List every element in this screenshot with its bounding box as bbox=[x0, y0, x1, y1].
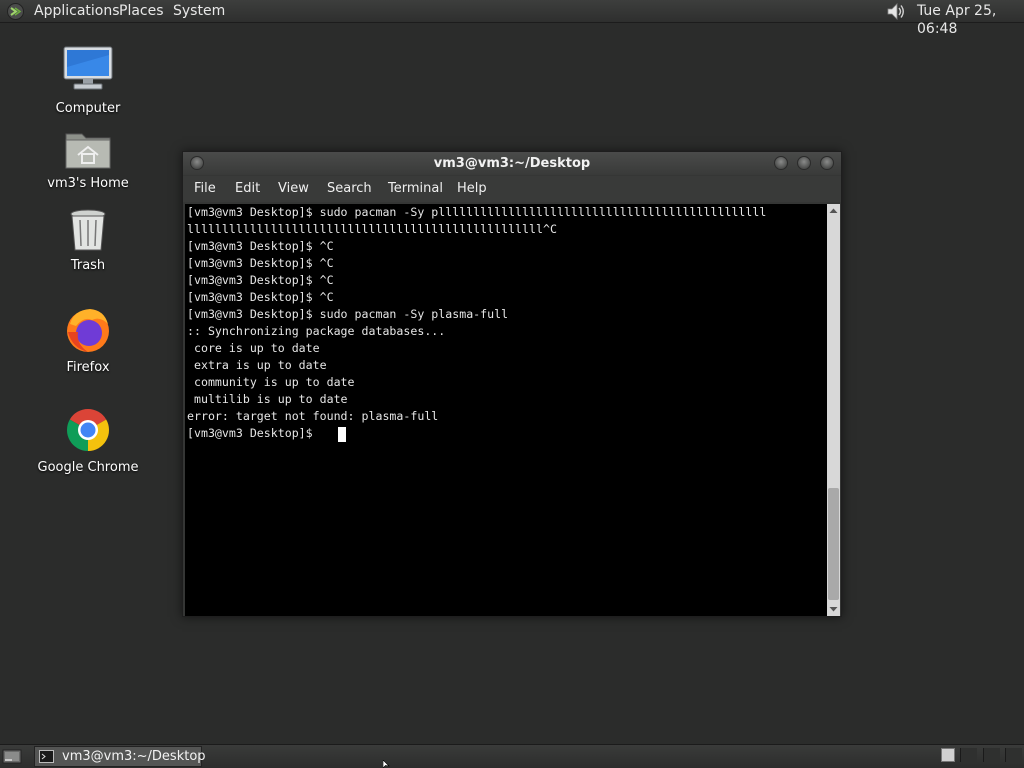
desktop-icon-computer[interactable]: Computer bbox=[28, 45, 148, 116]
terminal-line: [vm3@vm3 Desktop]$ sudo pacman -Sy pllll… bbox=[187, 205, 767, 219]
desktop-icon-trash[interactable]: Trash bbox=[28, 208, 148, 273]
terminal-line: [vm3@vm3 Desktop]$ ^C bbox=[187, 290, 334, 304]
desktop-icon-firefox[interactable]: Firefox bbox=[28, 306, 148, 375]
desktop-icon-label: vm3's Home bbox=[47, 176, 129, 191]
computer-icon bbox=[63, 46, 113, 90]
clock[interactable]: Tue Apr 25, 06:48 bbox=[917, 2, 1024, 38]
desktop-icon-home[interactable]: vm3's Home bbox=[28, 128, 148, 191]
terminal-output[interactable]: [vm3@vm3 Desktop]$ sudo pacman -Sy pllll… bbox=[185, 204, 827, 616]
desktop-icon-label: Trash bbox=[70, 258, 106, 273]
terminal-line: error: target not found: plasma-full bbox=[187, 409, 439, 423]
terminal-line: :: Synchronizing package databases... bbox=[187, 324, 446, 338]
chrome-icon bbox=[66, 408, 110, 451]
menu-applications[interactable]: Applications bbox=[34, 2, 120, 20]
show-desktop-icon[interactable] bbox=[2, 748, 22, 765]
home-folder-icon bbox=[65, 133, 111, 169]
terminal-line: [vm3@vm3 Desktop]$ ^C bbox=[187, 273, 334, 287]
workspace-3[interactable] bbox=[983, 748, 1000, 762]
top-panel: Applications Places System Tue Apr 25, 0… bbox=[0, 0, 1024, 37]
desktop-icon-label: Google Chrome bbox=[37, 460, 139, 475]
workspace-1[interactable] bbox=[941, 748, 955, 762]
workspace-4[interactable] bbox=[1005, 748, 1022, 762]
terminal-line: [vm3@vm3 Desktop]$ sudo pacman -Sy plasm… bbox=[187, 307, 509, 321]
terminal-menubar: File Edit View Search Terminal Help bbox=[183, 176, 841, 202]
terminal-window: vm3@vm3:~/Desktop File Edit View Search … bbox=[182, 151, 842, 617]
terminal-line: community is up to date bbox=[187, 375, 355, 389]
menu-help[interactable]: Help bbox=[457, 181, 487, 196]
trash-icon bbox=[70, 209, 106, 251]
window-menu-button[interactable] bbox=[190, 156, 204, 170]
menu-search[interactable]: Search bbox=[327, 181, 372, 196]
workspace-2[interactable] bbox=[960, 748, 977, 762]
menu-terminal[interactable]: Terminal bbox=[388, 181, 443, 196]
bottom-panel: vm3@vm3:~/Desktop bbox=[0, 744, 1024, 768]
terminal-prompt-line: [vm3@vm3 Desktop]$ bbox=[187, 426, 320, 440]
terminal-line: [vm3@vm3 Desktop]$ ^C bbox=[187, 239, 334, 253]
terminal-line: multilib is up to date bbox=[187, 392, 348, 406]
desktop-icon-chrome[interactable]: Google Chrome bbox=[28, 406, 148, 475]
distro-logo-icon[interactable] bbox=[6, 2, 25, 21]
terminal-line: [vm3@vm3 Desktop]$ ^C bbox=[187, 256, 334, 270]
close-button[interactable] bbox=[820, 156, 834, 170]
mouse-pointer-icon bbox=[383, 760, 390, 768]
minimize-button[interactable] bbox=[774, 156, 788, 170]
scroll-down-arrow-icon[interactable] bbox=[827, 603, 840, 615]
volume-icon[interactable] bbox=[884, 2, 906, 21]
menu-file[interactable]: File bbox=[194, 181, 216, 196]
menu-places[interactable]: Places bbox=[119, 2, 164, 20]
taskbar-item-terminal[interactable]: vm3@vm3:~/Desktop bbox=[34, 746, 206, 767]
desktop-icon-label: Firefox bbox=[66, 360, 110, 375]
scroll-up-arrow-icon[interactable] bbox=[827, 205, 840, 217]
terminal-cursor bbox=[338, 427, 346, 442]
terminal-scrollbar[interactable] bbox=[827, 204, 840, 616]
terminal-icon bbox=[39, 750, 54, 763]
taskbar-item-label: vm3@vm3:~/Desktop bbox=[62, 749, 206, 764]
menu-view[interactable]: View bbox=[278, 181, 309, 196]
menu-system[interactable]: System bbox=[173, 2, 225, 20]
firefox-icon bbox=[67, 309, 109, 352]
terminal-line: llllllllllllllllllllllllllllllllllllllll… bbox=[187, 222, 557, 236]
window-title: vm3@vm3:~/Desktop bbox=[433, 156, 591, 171]
terminal-line: core is up to date bbox=[187, 341, 320, 355]
scrollbar-thumb[interactable] bbox=[828, 488, 839, 600]
menu-edit[interactable]: Edit bbox=[235, 181, 260, 196]
maximize-button[interactable] bbox=[797, 156, 811, 170]
terminal-line: extra is up to date bbox=[187, 358, 327, 372]
desktop-icon-label: Computer bbox=[55, 101, 121, 116]
window-titlebar[interactable]: vm3@vm3:~/Desktop bbox=[183, 152, 841, 175]
